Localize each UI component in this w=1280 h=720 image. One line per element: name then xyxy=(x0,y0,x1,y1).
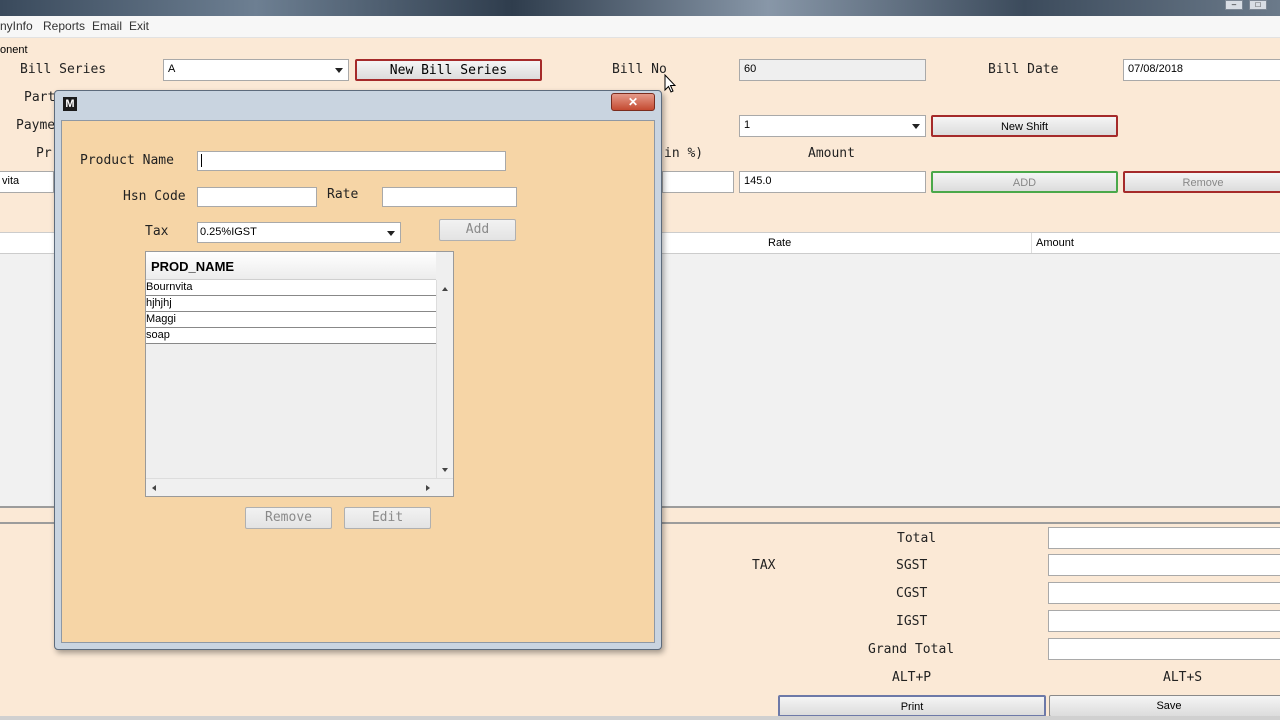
add-item-button[interactable]: ADD xyxy=(931,171,1118,193)
window-titlebar xyxy=(0,0,1280,16)
new-bill-series-button[interactable]: New Bill Series xyxy=(355,59,542,81)
add-product-button[interactable]: Add xyxy=(439,219,516,241)
igst-label: IGST xyxy=(896,614,928,629)
scroll-up-icon[interactable] xyxy=(442,287,448,291)
hsn-code-input[interactable] xyxy=(197,187,317,207)
table-row[interactable]: soap xyxy=(146,328,436,344)
minimize-icon[interactable]: – xyxy=(1225,0,1243,10)
product-label: Pr xyxy=(36,146,52,161)
print-shortcut-label: ALT+P xyxy=(892,670,932,685)
scroll-left-icon[interactable] xyxy=(152,485,156,491)
rate-label: Rate xyxy=(327,187,359,202)
bill-series-select[interactable]: A xyxy=(163,59,349,81)
menu-company-info[interactable]: nyInfo xyxy=(0,19,33,33)
horizontal-scrollbar[interactable] xyxy=(146,478,453,496)
shift-select[interactable]: 1 xyxy=(739,115,926,137)
menu-reports[interactable]: Reports xyxy=(43,19,85,33)
amount-label: Amount xyxy=(808,146,855,161)
chevron-down-icon xyxy=(387,231,395,236)
column-amount[interactable]: Amount xyxy=(1036,237,1074,249)
scroll-right-icon[interactable] xyxy=(426,485,430,491)
bill-no-field[interactable]: 60 xyxy=(739,59,926,81)
remove-product-button[interactable]: Remove xyxy=(245,507,332,529)
product-dialog: M ✕ Product Name Hsn Code Rate Tax 0.25%… xyxy=(54,90,662,650)
text-cursor xyxy=(201,154,202,167)
table-row[interactable]: Maggi xyxy=(146,312,436,328)
vertical-scrollbar[interactable] xyxy=(436,280,453,478)
remove-item-button[interactable]: Remove xyxy=(1123,171,1280,193)
mouse-cursor-icon xyxy=(664,74,676,93)
save-shortcut-label: ALT+S xyxy=(1163,670,1203,685)
hsn-code-label: Hsn Code xyxy=(123,189,186,204)
print-button[interactable]: Print xyxy=(778,695,1046,717)
product-name-input[interactable] xyxy=(197,151,506,171)
menu-email[interactable]: Email xyxy=(92,19,122,33)
cgst-field[interactable] xyxy=(1048,582,1280,604)
chevron-down-icon xyxy=(912,124,920,129)
menu-bar: nyInfo Reports Email Exit xyxy=(0,16,1280,38)
tax-label: TAX xyxy=(752,558,776,573)
save-button[interactable]: Save xyxy=(1049,695,1280,717)
sgst-field[interactable] xyxy=(1048,554,1280,576)
grand-total-label: Grand Total xyxy=(868,642,955,657)
menu-exit[interactable]: Exit xyxy=(129,19,149,33)
total-label: Total xyxy=(897,531,937,546)
tab-fragment[interactable]: onent xyxy=(0,44,28,56)
maximize-icon[interactable]: □ xyxy=(1249,0,1267,10)
scroll-down-icon[interactable] xyxy=(442,468,448,472)
bill-date-field[interactable]: 07/08/2018 xyxy=(1123,59,1280,81)
dialog-content: Product Name Hsn Code Rate Tax 0.25%IGST… xyxy=(61,120,655,643)
sgst-label: SGST xyxy=(896,558,928,573)
bill-series-label: Bill Series xyxy=(20,62,107,77)
column-divider xyxy=(1031,233,1032,253)
column-prod-name[interactable]: PROD_NAME xyxy=(146,252,436,280)
bottom-edge xyxy=(0,716,1280,720)
total-field[interactable] xyxy=(1048,527,1280,549)
product-name-label: Product Name xyxy=(80,153,174,168)
chevron-down-icon xyxy=(335,68,343,73)
igst-field[interactable] xyxy=(1048,610,1280,632)
bill-date-label: Bill Date xyxy=(988,62,1059,77)
bill-no-label: Bill No xyxy=(612,62,667,77)
grand-total-field[interactable] xyxy=(1048,638,1280,660)
cgst-label: CGST xyxy=(896,586,928,601)
new-shift-button[interactable]: New Shift xyxy=(931,115,1118,137)
edit-product-button[interactable]: Edit xyxy=(344,507,431,529)
products-table: PROD_NAME Bournvita hjhjhj Maggi soap xyxy=(145,251,454,497)
discount-field[interactable] xyxy=(662,171,734,193)
table-row[interactable]: hjhjhj xyxy=(146,296,436,312)
close-icon[interactable]: ✕ xyxy=(611,93,655,111)
column-rate[interactable]: Rate xyxy=(768,237,791,249)
tax-label: Tax xyxy=(145,224,169,239)
party-label: Part xyxy=(24,90,56,105)
app-icon: M xyxy=(63,97,77,111)
payment-label: Payme xyxy=(16,118,56,133)
amount-field[interactable]: 145.0 xyxy=(739,171,926,193)
table-row[interactable]: Bournvita xyxy=(146,280,436,296)
discount-label: in %) xyxy=(664,146,704,161)
rate-input[interactable] xyxy=(382,187,517,207)
tax-select[interactable]: 0.25%IGST xyxy=(197,222,401,243)
product-field[interactable]: vita xyxy=(0,171,54,193)
